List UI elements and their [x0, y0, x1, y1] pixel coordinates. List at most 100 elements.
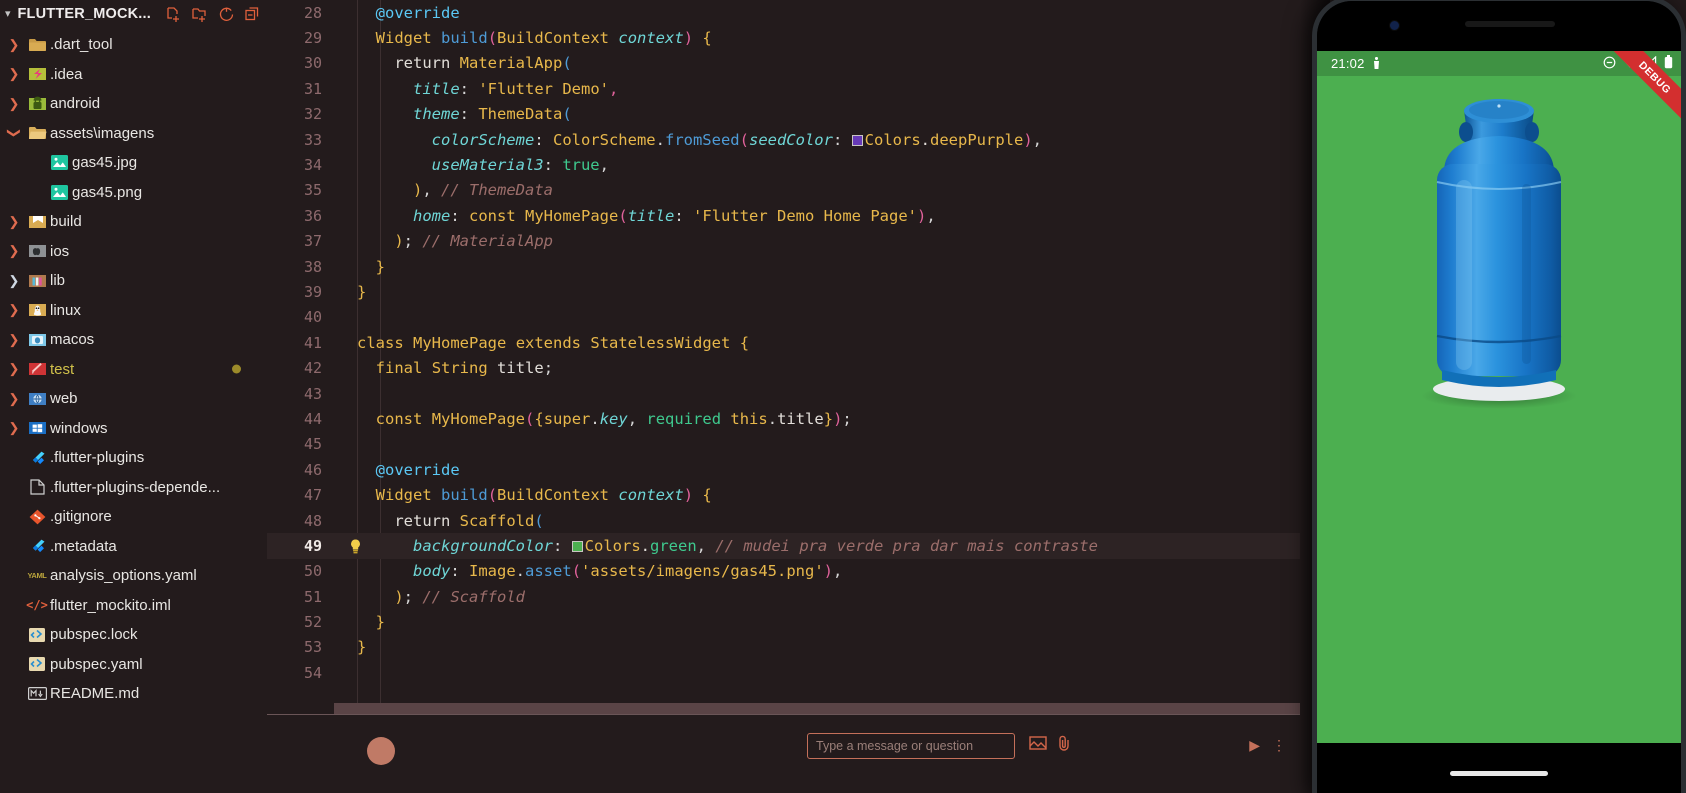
tree-item-label: .flutter-plugins — [50, 449, 145, 467]
tree-item-build[interactable]: ❯ build — [0, 207, 267, 237]
code-line[interactable]: 40 — [267, 305, 1300, 330]
tree-item-flutter-mockito-iml[interactable]: ❯</>flutter_mockito.iml — [0, 591, 267, 621]
code-line[interactable]: 42 final String title; — [267, 355, 1300, 380]
line-content — [334, 435, 366, 453]
tree-item-analysis-options-yaml[interactable]: ❯YAMLanalysis_options.yaml — [0, 561, 267, 591]
refresh-icon[interactable] — [218, 6, 235, 23]
tree-item-gas45-png[interactable]: ❯ gas45.png — [0, 178, 267, 208]
tree-item-flutter-plugins-depende[interactable]: ❯ .flutter-plugins-depende... — [0, 473, 267, 503]
tree-item-test[interactable]: ❯ test — [0, 355, 267, 385]
tree-item-gitignore[interactable]: ❯ .gitignore — [0, 502, 267, 532]
tree-item-metadata[interactable]: ❯ .metadata — [0, 532, 267, 562]
line-number: 48 — [303, 511, 322, 530]
chevron-right-icon[interactable]: ❯ — [4, 361, 24, 377]
text-file-icon — [24, 479, 50, 495]
chevron-placeholder: ❯ — [4, 568, 24, 584]
code-line[interactable]: 37 ); // MaterialApp — [267, 229, 1300, 254]
device-screen[interactable]: DEBUG 21:02 — [1317, 51, 1681, 743]
new-file-icon[interactable] — [165, 6, 182, 23]
tree-item-assets-imagens[interactable]: ❯ assets\imagens — [0, 119, 267, 149]
tree-item-label: .flutter-plugins-depende... — [50, 478, 221, 496]
tree-item-pubspec-lock[interactable]: ❯ pubspec.lock — [0, 620, 267, 650]
code-line[interactable]: 33 colorScheme: ColorScheme.fromSeed(see… — [267, 127, 1300, 152]
code-line[interactable]: 30 return MaterialApp( — [267, 51, 1300, 76]
code-line[interactable]: 53} — [267, 635, 1300, 660]
chat-toolbar — [1029, 735, 1071, 757]
tree-item-linux[interactable]: ❯ linux — [0, 296, 267, 326]
chevron-right-icon[interactable]: ❯ — [4, 332, 24, 348]
tree-item-readme-md[interactable]: ❯ README.md — [0, 679, 267, 709]
attachment-icon[interactable] — [1058, 735, 1071, 757]
chat-input[interactable]: Type a message or question — [807, 733, 1015, 759]
editor-hscrollbar-thumb[interactable] — [334, 703, 1300, 714]
code-line[interactable]: 31 title: 'Flutter Demo', — [267, 76, 1300, 101]
code-line[interactable]: 29 Widget build(BuildContext context) { — [267, 25, 1300, 50]
chevron-right-icon[interactable]: ❯ — [4, 96, 24, 112]
explorer-collapse-chevron-icon[interactable]: ▾ — [2, 8, 14, 20]
image-attach-icon[interactable] — [1029, 736, 1047, 756]
code-line[interactable]: 43 — [267, 381, 1300, 406]
code-line[interactable]: 45 — [267, 432, 1300, 457]
pubspec-icon — [24, 627, 50, 643]
tree-item-windows[interactable]: ❯ windows — [0, 414, 267, 444]
send-icon[interactable]: ▶ — [1249, 737, 1260, 754]
line-content — [334, 385, 366, 403]
code-line[interactable]: 52 } — [267, 609, 1300, 634]
code-viewport[interactable]: 28 @override 29 Widget build(BuildContext… — [267, 0, 1300, 714]
code-line[interactable]: 38 } — [267, 254, 1300, 279]
chevron-placeholder: ❯ — [4, 509, 24, 525]
editor-hscrollbar-track[interactable] — [334, 703, 1300, 714]
tree-item-ios[interactable]: ❯ ios — [0, 237, 267, 267]
quick-fix-lightbulb-icon[interactable] — [349, 538, 362, 554]
code-line[interactable]: 35 ), // ThemeData — [267, 178, 1300, 203]
test-folder-icon — [24, 361, 50, 377]
git-icon — [24, 509, 50, 525]
tree-item-flutter-plugins[interactable]: ❯ .flutter-plugins — [0, 443, 267, 473]
chevron-right-icon[interactable]: ❯ — [4, 273, 24, 289]
project-title[interactable]: FLUTTER_MOCK... — [18, 6, 152, 22]
linux-icon — [24, 302, 50, 318]
navigation-gesture-bar[interactable] — [1450, 771, 1548, 776]
code-line[interactable]: 36 home: const MyHomePage(title: 'Flutte… — [267, 203, 1300, 228]
chevron-right-icon[interactable]: ❯ — [4, 66, 24, 82]
more-icon[interactable]: ⋮ — [1272, 737, 1286, 754]
code-line[interactable]: 46 @override — [267, 457, 1300, 482]
tree-item-lib[interactable]: ❯ lib — [0, 266, 267, 296]
code-line[interactable]: 50 body: Image.asset('assets/imagens/gas… — [267, 559, 1300, 584]
line-number: 41 — [303, 333, 322, 352]
code-line[interactable]: 47 Widget build(BuildContext context) { — [267, 482, 1300, 507]
chevron-right-icon[interactable]: ❯ — [4, 420, 24, 436]
chevron-right-icon[interactable]: ❯ — [4, 302, 24, 318]
chevron-down-icon[interactable]: ❯ — [6, 123, 22, 143]
line-number: 50 — [303, 562, 322, 581]
tree-item-pubspec-yaml[interactable]: ❯ pubspec.yaml — [0, 650, 267, 680]
tree-item-android[interactable]: ❯ android — [0, 89, 267, 119]
code-line[interactable]: 39} — [267, 279, 1300, 304]
chevron-right-icon[interactable]: ❯ — [4, 37, 24, 53]
tree-item-label: .gitignore — [50, 508, 112, 526]
tree-item-web[interactable]: ❯ web — [0, 384, 267, 414]
collapse-all-icon[interactable] — [244, 6, 261, 23]
chevron-right-icon[interactable]: ❯ — [4, 243, 24, 259]
tree-item-macos[interactable]: ❯ macos — [0, 325, 267, 355]
code-line[interactable]: 49 backgroundColor: Colors.green, // mud… — [267, 533, 1300, 559]
code-line[interactable]: 48 return Scaffold( — [267, 508, 1300, 533]
windows-icon — [24, 420, 50, 436]
tree-item-label: flutter_mockito.iml — [50, 596, 171, 614]
chevron-right-icon[interactable]: ❯ — [4, 214, 24, 230]
code-line[interactable]: 44 const MyHomePage({super.key, required… — [267, 406, 1300, 431]
tree-item-dart-tool[interactable]: ❯ .dart_tool — [0, 30, 267, 60]
tree-item-label: windows — [50, 419, 108, 437]
tree-item-gas45-jpg[interactable]: ❯ gas45.jpg — [0, 148, 267, 178]
code-line[interactable]: 41 class MyHomePage extends StatelessWidg… — [267, 330, 1300, 355]
tree-item-idea[interactable]: ❯ .idea — [0, 60, 267, 90]
line-number: 51 — [303, 587, 322, 606]
code-line[interactable]: 34 useMaterial3: true, — [267, 152, 1300, 177]
code-line[interactable]: 28 @override — [267, 0, 1300, 25]
chevron-right-icon[interactable]: ❯ — [4, 391, 24, 407]
code-line[interactable]: 51 ); // Scaffold — [267, 584, 1300, 609]
gas-cylinder-graphic — [1421, 99, 1577, 409]
code-line[interactable]: 32 theme: ThemeData( — [267, 102, 1300, 127]
new-folder-icon[interactable] — [191, 6, 209, 23]
code-line[interactable]: 54 — [267, 660, 1300, 685]
